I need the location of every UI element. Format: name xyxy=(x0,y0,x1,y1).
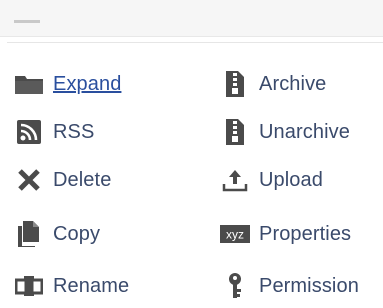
menu-item-rss[interactable]: RSS xyxy=(13,112,94,152)
menu-item-permission[interactable]: Permission xyxy=(219,266,359,306)
top-bar xyxy=(0,0,383,37)
menu-item-label: Permission xyxy=(259,274,359,297)
menu-item-label: Upload xyxy=(259,168,323,191)
menu-item-label: Rename xyxy=(53,274,130,297)
menu-item-properties[interactable]: xyz Properties xyxy=(219,214,351,254)
archive-zip-icon xyxy=(219,68,251,100)
menu-item-label: Expand xyxy=(53,72,122,95)
menu-item-expand[interactable]: Expand xyxy=(13,64,121,104)
menu-item-copy[interactable]: Copy xyxy=(13,214,100,254)
action-menu-panel: Expand RSS Delete Copy Rename Archive Un… xyxy=(0,0,383,308)
menu-item-upload[interactable]: Upload xyxy=(219,160,323,200)
menu-item-unarchive[interactable]: Unarchive xyxy=(219,112,350,152)
upload-icon xyxy=(219,164,251,196)
menu-item-label: Copy xyxy=(53,222,101,245)
menu-item-rename[interactable]: Rename xyxy=(13,266,129,306)
divider xyxy=(7,42,383,43)
menu-item-label: Properties xyxy=(259,222,352,245)
key-icon xyxy=(219,270,251,302)
top-bar-handle xyxy=(14,20,40,23)
menu-item-archive[interactable]: Archive xyxy=(219,64,326,104)
menu-item-label: Unarchive xyxy=(259,120,350,143)
menu-item-label: RSS xyxy=(53,120,95,143)
properties-xyz-icon: xyz xyxy=(219,218,251,250)
rss-icon xyxy=(13,116,45,148)
svg-text:xyz: xyz xyxy=(226,228,244,242)
menu-item-label: Delete xyxy=(53,168,112,191)
copy-icon xyxy=(13,218,45,250)
menu-item-delete[interactable]: Delete xyxy=(13,160,111,200)
rename-icon xyxy=(13,270,45,302)
folder-icon xyxy=(13,68,45,100)
delete-x-icon xyxy=(13,164,45,196)
unarchive-zip-icon xyxy=(219,116,251,148)
menu-item-label: Archive xyxy=(259,72,327,95)
